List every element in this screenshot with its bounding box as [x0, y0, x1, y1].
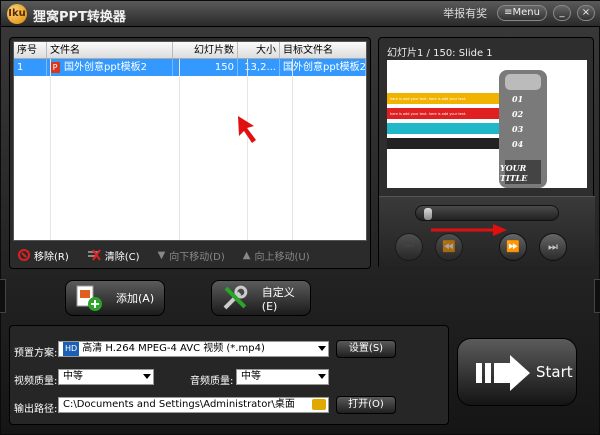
- next-button[interactable]: ⏭: [539, 233, 567, 261]
- column-divider: [50, 59, 51, 240]
- output-path-input[interactable]: C:\Documents and Settings\Administrator\…: [58, 397, 329, 413]
- col-slides[interactable]: 幻灯片数: [173, 42, 238, 58]
- open-button[interactable]: 打开(O): [336, 396, 396, 414]
- slide-text-1: here is add your text. here is add your …: [390, 97, 466, 101]
- ppt-file-icon: P: [50, 61, 60, 73]
- menu-button[interactable]: ≡Menu: [497, 5, 547, 21]
- chevron-down-icon: [318, 374, 326, 379]
- custom-button[interactable]: 自定义(E): [211, 280, 311, 316]
- file-list-panel: 序号 文件名 幻灯片数 大小 目标文件名 1 P 国外创意ppt模板2 150 1…: [9, 37, 371, 269]
- hd-badge-icon: HD: [63, 342, 80, 356]
- slide-caption-1: YOUR: [500, 163, 527, 173]
- add-label: 添加(A): [116, 292, 155, 305]
- prev-icon: ⏮: [404, 240, 414, 253]
- right-notch: [594, 279, 600, 313]
- col-index[interactable]: 序号: [14, 42, 47, 58]
- slide-number-3: 03: [512, 124, 524, 134]
- slide-caption-2: TITLE: [500, 173, 528, 183]
- next-icon: ⏭: [548, 240, 558, 253]
- audio-quality-value: 中等: [241, 371, 261, 382]
- rewind-icon: ⏪: [442, 240, 456, 253]
- clear-icon: [87, 249, 101, 261]
- minimize-button[interactable]: _: [553, 5, 571, 21]
- list-toolbar: 移除(R) 清除(C) ▼ 向下移动(D) ▲ 向上移动(U): [18, 244, 366, 266]
- slide-text-2: here is add your text. here is add your …: [390, 112, 466, 116]
- preset-value: 高清 H.264 MPEG-4 AVC 视频 (*.mp4): [82, 343, 265, 354]
- video-quality-select[interactable]: 中等: [58, 369, 154, 385]
- row-filename-cell: P 国外创意ppt模板2: [47, 59, 173, 76]
- tools-icon: [223, 285, 248, 310]
- left-notch: [0, 279, 6, 313]
- forward-icon: ⏩: [506, 240, 520, 253]
- close-button[interactable]: ×: [577, 5, 595, 21]
- video-quality-value: 中等: [63, 371, 83, 382]
- file-grid: 序号 文件名 幻灯片数 大小 目标文件名 1 P 国外创意ppt模板2 150 1…: [13, 41, 367, 241]
- preview-title: 幻灯片1 / 150: Slide 1: [387, 48, 493, 59]
- no-entry-icon: [18, 249, 30, 261]
- slide-preview: YOUR TITLE 01 02 03 04 here is add your …: [387, 60, 587, 188]
- seek-knob[interactable]: [424, 208, 432, 220]
- move-up-button[interactable]: ▲ 向上移动(U): [243, 248, 310, 263]
- row-slides: 150: [173, 59, 238, 76]
- settings-button[interactable]: 设置(S): [336, 340, 396, 358]
- title-bar: Iku 狸窝PPT转换器 举报有奖 ≡Menu _ ×: [1, 1, 600, 27]
- output-label: 输出路径:: [14, 404, 58, 415]
- col-size[interactable]: 大小: [238, 42, 280, 58]
- add-file-icon: [76, 285, 102, 311]
- row-index: 1: [14, 59, 47, 76]
- slide-number-4: 04: [512, 139, 524, 149]
- remove-label: 移除(R): [34, 251, 69, 263]
- up-arrow-icon: ▲: [242, 249, 251, 261]
- clear-button[interactable]: 清除(C): [87, 248, 140, 263]
- app-logo-icon: Iku: [7, 4, 27, 24]
- remove-button[interactable]: 移除(R): [18, 248, 69, 263]
- move-down-label: 向下移动(D): [169, 251, 225, 263]
- slide-number-1: 01: [512, 94, 523, 104]
- preset-label: 预置方案:: [14, 348, 58, 359]
- video-quality-label: 视频质量:: [14, 376, 58, 387]
- add-button[interactable]: 添加(A): [65, 280, 165, 316]
- preview-panel: 幻灯片1 / 150: Slide 1 YOUR TITLE 01 02 03 …: [378, 37, 595, 270]
- window-title: 狸窝PPT转换器: [33, 10, 126, 25]
- slide-number-2: 02: [512, 109, 524, 119]
- chevron-down-icon: [318, 346, 326, 351]
- prev-button[interactable]: ⏮: [395, 233, 423, 261]
- red-pointer-arrow-icon: [238, 116, 256, 143]
- app-window: Iku 狸窝PPT转换器 举报有奖 ≡Menu _ × 序号 文件名 幻灯片数 …: [0, 0, 600, 435]
- clear-label: 清除(C): [104, 251, 140, 263]
- move-down-button[interactable]: ▼ 向下移动(D): [158, 248, 225, 263]
- column-divider: [179, 59, 180, 240]
- row-filename: 国外创意ppt模板2: [64, 62, 147, 73]
- move-up-label: 向上移动(U): [254, 251, 310, 263]
- down-arrow-icon: ▼: [157, 249, 166, 261]
- grid-header: 序号 文件名 幻灯片数 大小 目标文件名: [14, 42, 366, 59]
- chevron-down-icon: [143, 374, 151, 379]
- column-divider: [247, 59, 248, 240]
- column-divider: [292, 59, 293, 240]
- custom-label: 自定义(E): [261, 285, 295, 313]
- output-settings-form: 预置方案: HD 高清 H.264 MPEG-4 AVC 视频 (*.mp4) 设…: [9, 325, 449, 425]
- rewind-button[interactable]: ⏪: [435, 233, 463, 261]
- col-filename[interactable]: 文件名: [47, 42, 173, 58]
- report-link[interactable]: 举报有奖: [443, 5, 487, 21]
- start-arrow-icon: [476, 355, 530, 391]
- start-button[interactable]: Start: [457, 338, 577, 406]
- player-controls: ⏮ ⏪ ⏩ ⏭: [379, 196, 595, 270]
- output-path-value: C:\Documents and Settings\Administrator\…: [63, 399, 295, 410]
- folder-icon[interactable]: [312, 399, 326, 410]
- seek-bar[interactable]: [415, 205, 559, 221]
- row-size: 13,2...: [238, 59, 280, 76]
- table-row[interactable]: 1 P 国外创意ppt模板2 150 13,2... 国外创意ppt模板2: [14, 59, 366, 76]
- slide-graphic: YOUR TITLE 01 02 03 04 here is add your …: [387, 60, 587, 188]
- preset-select[interactable]: HD 高清 H.264 MPEG-4 AVC 视频 (*.mp4): [58, 341, 329, 357]
- menu-label: Menu: [512, 7, 540, 18]
- start-label: Start: [536, 363, 573, 381]
- forward-button[interactable]: ⏩: [499, 233, 527, 261]
- audio-quality-label: 音频质量:: [190, 376, 234, 387]
- col-target[interactable]: 目标文件名: [280, 42, 366, 58]
- audio-quality-select[interactable]: 中等: [236, 369, 329, 385]
